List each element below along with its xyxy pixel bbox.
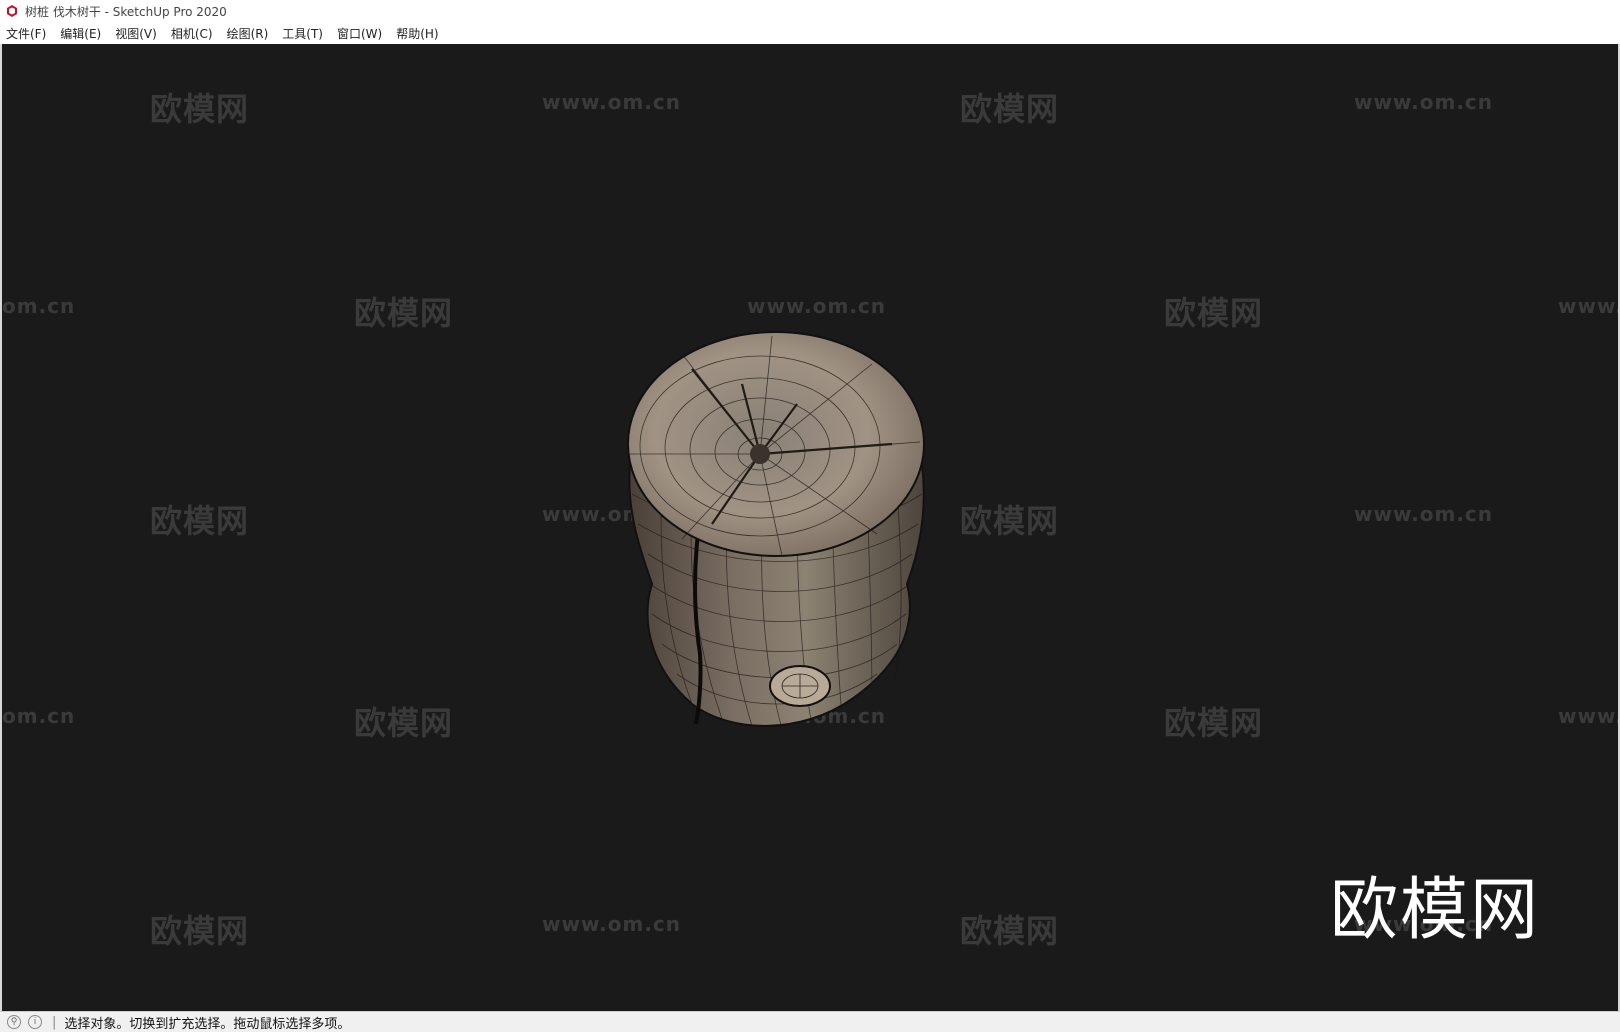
watermark-url: om.cn <box>2 294 76 318</box>
watermark-url: www.om.cn <box>1354 90 1494 114</box>
watermark-url: www.om.cn <box>542 90 682 114</box>
watermark-brand: 欧模网 <box>960 90 1060 128</box>
watermark-url: www. <box>1558 704 1620 728</box>
status-divider: | <box>52 1014 57 1030</box>
watermark-brand: 欧模网 <box>960 912 1060 950</box>
watermark-brand: 欧模网 <box>150 90 250 128</box>
watermark-brand: 欧模网 <box>150 912 250 950</box>
stump-core <box>750 444 770 464</box>
watermark-brand: 欧模网 <box>1164 704 1264 742</box>
tree-stump-model[interactable] <box>622 314 952 734</box>
watermark-url: www. <box>1558 294 1620 318</box>
menu-edit[interactable]: 编辑(E) <box>53 25 108 42</box>
menu-view[interactable]: 视图(V) <box>108 25 164 42</box>
menu-camera[interactable]: 相机(C) <box>164 25 220 42</box>
menu-draw[interactable]: 绘图(R) <box>220 25 276 42</box>
menu-bar: 文件(F) 编辑(E) 视图(V) 相机(C) 绘图(R) 工具(T) 窗口(W… <box>0 22 1620 45</box>
watermark-brand: 欧模网 <box>354 704 454 742</box>
geo-location-icon[interactable]: ⚲ <box>7 1015 21 1029</box>
status-bar: ⚲ i | 选择对象。切换到扩充选择。拖动鼠标选择多项。 <box>0 1011 1620 1032</box>
modeling-viewport[interactable]: 欧模网 www.om.cn 欧模网 www.om.cn om.cn 欧模网 ww… <box>0 44 1620 1011</box>
menu-window[interactable]: 窗口(W) <box>330 25 389 42</box>
watermark-brand: 欧模网 <box>150 502 250 540</box>
knot-rings <box>781 673 819 699</box>
info-icon[interactable]: i <box>28 1015 42 1029</box>
window-title: 树桩 伐木树干 - SketchUp Pro 2020 <box>25 4 227 19</box>
watermark-url: www.om.cn <box>1354 502 1494 526</box>
status-message: 选择对象。切换到扩充选择。拖动鼠标选择多项。 <box>64 1016 351 1032</box>
menu-tools[interactable]: 工具(T) <box>275 25 330 42</box>
watermark-url: www.om.cn <box>542 912 682 936</box>
watermark-brand: 欧模网 <box>1164 294 1264 332</box>
menu-help[interactable]: 帮助(H) <box>389 25 445 42</box>
watermark-url: om.cn <box>2 704 76 728</box>
sketchup-app-icon <box>7 5 17 17</box>
title-bar: 树桩 伐木树干 - SketchUp Pro 2020 <box>0 0 1620 22</box>
watermark-brand: 欧模网 <box>960 502 1060 540</box>
watermark-brand-large: 欧模网 <box>1330 871 1541 950</box>
menu-file[interactable]: 文件(F) <box>0 25 53 42</box>
watermark-brand: 欧模网 <box>354 294 454 332</box>
